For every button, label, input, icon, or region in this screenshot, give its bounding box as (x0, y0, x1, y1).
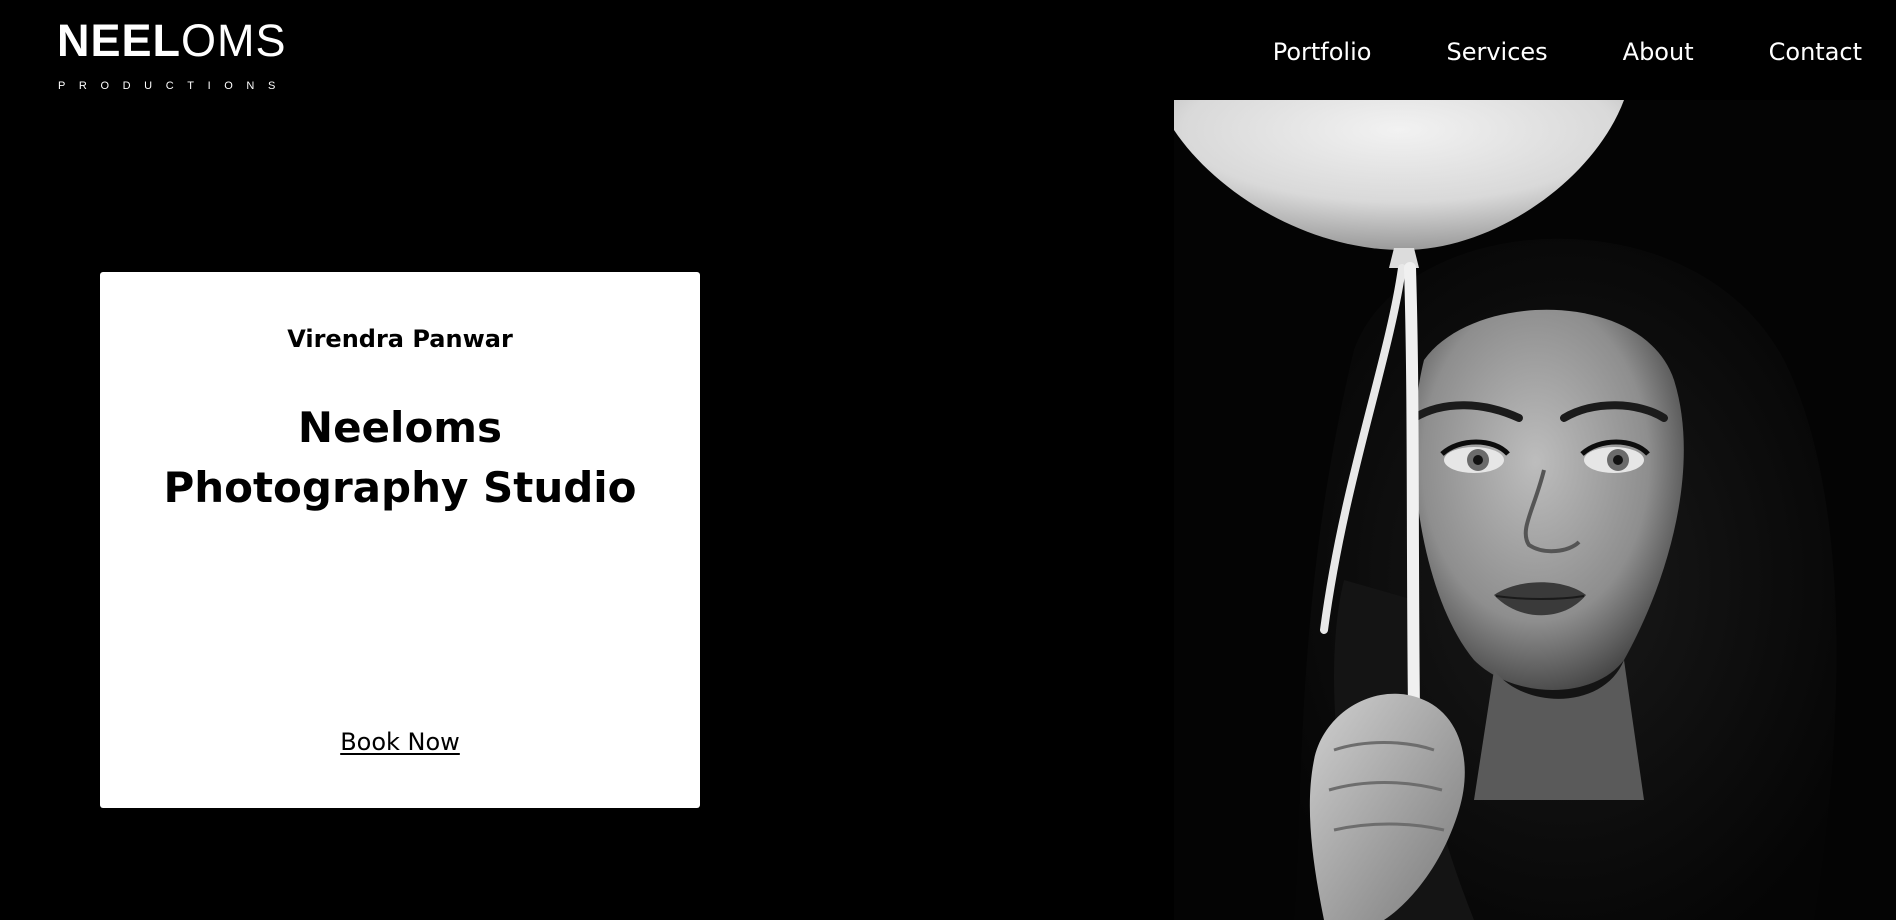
logo-subtitle: PRODUCTIONS (58, 80, 289, 92)
main-nav: Portfolio Services About Contact (1273, 36, 1862, 68)
hero-photo (1174, 100, 1896, 920)
hero-photo-illustration (1174, 100, 1896, 920)
photographer-name: Virendra Panwar (287, 325, 513, 353)
book-now-link[interactable]: Book Now (340, 728, 460, 756)
nav-link-contact[interactable]: Contact (1769, 36, 1862, 68)
nav-link-about[interactable]: About (1623, 36, 1694, 68)
book-now-wrapper: Book Now (100, 726, 700, 758)
logo-wordmark-light: OMS (181, 15, 287, 66)
studio-title-line-1: Neeloms (297, 403, 503, 452)
studio-title: Neeloms Photography Studio (140, 398, 660, 518)
logo-wordmark: NEELOMS (57, 18, 287, 64)
logo-wordmark-bold: NEEL (57, 15, 182, 66)
studio-title-line-2: Photography Studio (163, 463, 637, 512)
site-logo[interactable]: NEELOMS PRODUCTIONS (57, 18, 307, 93)
nav-link-services[interactable]: Services (1446, 36, 1547, 68)
intro-card: Virendra Panwar Neeloms Photography Stud… (100, 272, 700, 808)
nav-link-portfolio[interactable]: Portfolio (1273, 36, 1372, 68)
page: NEELOMS PRODUCTIONS Portfolio Services A… (0, 0, 1896, 920)
